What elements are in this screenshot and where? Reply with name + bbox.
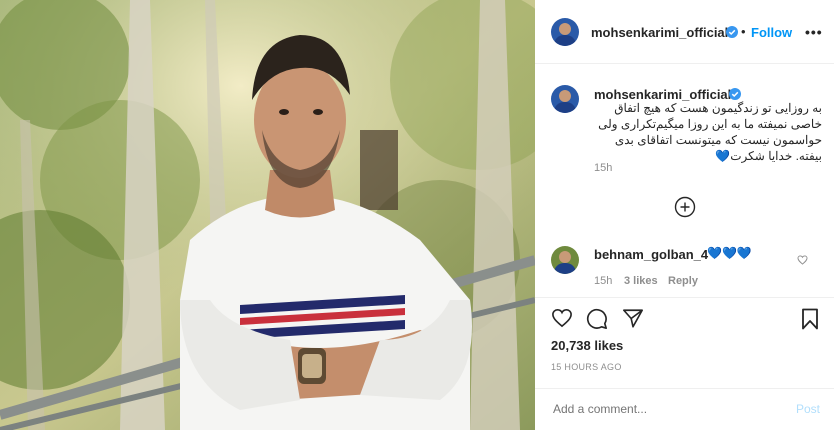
verified-badge-icon: [726, 26, 738, 38]
comment-likes[interactable]: 3 likes: [624, 275, 658, 287]
separator-dot: •: [741, 24, 746, 39]
add-comment-bar: Post: [535, 388, 834, 432]
comment-icon[interactable]: [586, 308, 608, 330]
add-comment-input[interactable]: [551, 401, 775, 417]
post-image: [0, 0, 535, 430]
author-username[interactable]: mohsenkarimi_official: [591, 25, 728, 40]
caption-avatar[interactable]: [551, 85, 579, 113]
caption-text: به روزایی تو زندگیمون هست که هیچ اتفاق خ…: [598, 101, 822, 163]
save-bookmark-icon[interactable]: [801, 308, 819, 330]
caption-time: 15h: [594, 162, 613, 174]
caption-verified-icon: [729, 88, 741, 100]
post-comment-button[interactable]: Post: [796, 402, 820, 416]
author-avatar[interactable]: [551, 18, 579, 46]
comment-time: 15h: [594, 275, 613, 287]
post-time-ago: 15 HOURS AGO: [551, 362, 622, 372]
post-photo[interactable]: [0, 0, 535, 430]
post-actions: 20,738 likes 15 HOURS AGO Post: [535, 297, 834, 431]
post-side-panel: mohsenkarimi_official • Follow ••• mohse…: [535, 0, 834, 430]
commenter-username[interactable]: behnam_golban_4: [594, 247, 708, 262]
post-header: mohsenkarimi_official • Follow •••: [535, 0, 834, 64]
like-icon[interactable]: [551, 308, 573, 328]
load-more-comments-icon[interactable]: [674, 196, 696, 218]
likes-count[interactable]: 20,738 likes: [551, 338, 623, 353]
commenter-avatar[interactable]: [551, 246, 579, 274]
comment-like-icon[interactable]: [797, 255, 808, 265]
share-icon[interactable]: [622, 308, 644, 329]
comment-text: 💙💙💙: [707, 246, 752, 260]
comment-reply[interactable]: Reply: [668, 275, 698, 287]
more-options-icon[interactable]: •••: [805, 24, 823, 40]
follow-button[interactable]: Follow: [751, 25, 792, 40]
